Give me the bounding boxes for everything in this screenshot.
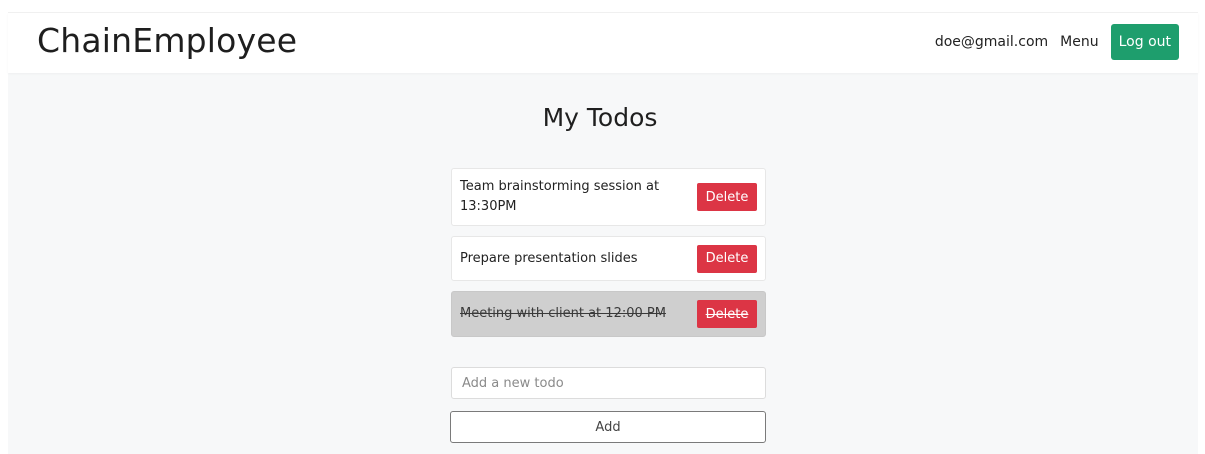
todo-item-completed[interactable]: Meeting with client at 12:00 PM Delete <box>451 291 766 337</box>
todo-text[interactable]: Meeting with client at 12:00 PM <box>460 304 685 324</box>
add-todo-button[interactable]: Add <box>450 411 766 443</box>
todo-list: Team brainstorming session at 13:30PM De… <box>451 168 766 337</box>
todo-text[interactable]: Prepare presentation slides <box>460 249 685 269</box>
brand-logo[interactable]: ChainEmployee <box>37 21 297 60</box>
delete-button[interactable]: Delete <box>697 300 757 328</box>
menu-link[interactable]: Menu <box>1060 34 1098 50</box>
navbar-actions: doe@gmail.com Menu Log out <box>935 24 1179 60</box>
user-email: doe@gmail.com <box>934 34 1049 50</box>
page-title: My Todos <box>542 103 658 132</box>
logout-button[interactable]: Log out <box>1110 24 1179 60</box>
navbar: ChainEmployee doe@gmail.com Menu Log out <box>8 13 1198 73</box>
delete-button[interactable]: Delete <box>697 244 757 273</box>
todo-item[interactable]: Team brainstorming session at 13:30PM De… <box>451 168 766 226</box>
todo-text[interactable]: Team brainstorming session at 13:30PM <box>460 177 685 217</box>
new-todo-input[interactable] <box>451 367 766 399</box>
delete-button[interactable]: Delete <box>697 183 757 211</box>
todo-item[interactable]: Prepare presentation slides Delete <box>451 236 766 281</box>
